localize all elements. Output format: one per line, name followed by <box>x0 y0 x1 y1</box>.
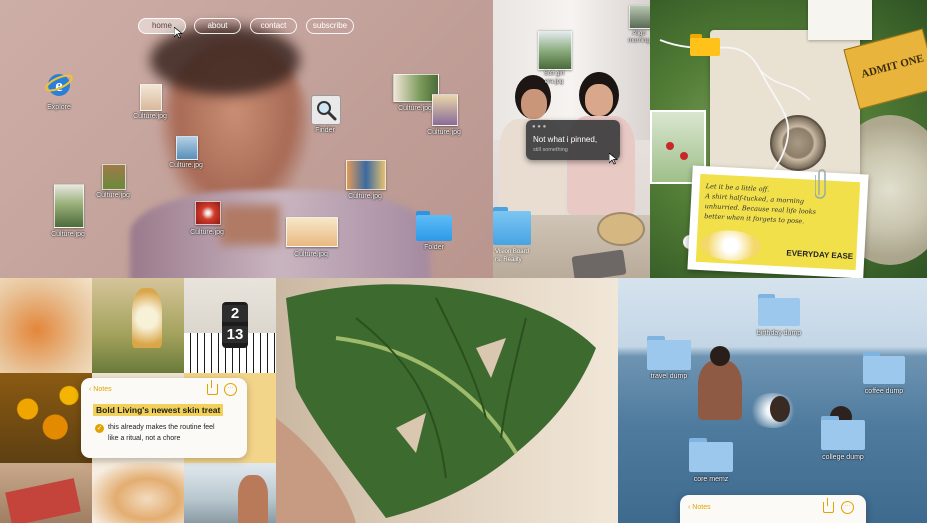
magnifier-icon <box>317 101 337 121</box>
clock-minute: 13 <box>222 326 248 343</box>
monstera-leaf <box>276 284 596 523</box>
align-label-2: morning <box>628 38 650 44</box>
tile-city <box>184 463 276 523</box>
file-label: Culture.jpg <box>133 113 167 120</box>
grid-collage-panel: 2 13 ‹ Notes ··· Bold Living's newest sk… <box>0 278 276 523</box>
mouse-cursor-icon <box>609 153 618 165</box>
file-label: Culture.jpg <box>190 229 224 236</box>
explore-app-icon[interactable]: e <box>44 70 74 100</box>
tile-marigolds <box>0 373 92 463</box>
culture-file-thumb[interactable] <box>176 136 198 160</box>
mouse-cursor-icon <box>174 27 183 39</box>
finder-app-icon[interactable] <box>311 95 341 125</box>
culture-file-thumb[interactable] <box>140 84 162 111</box>
receipt <box>808 0 872 40</box>
collage-stage: home about contact subscribe e Explore C… <box>0 0 927 523</box>
nav-subscribe-button[interactable]: subscribe <box>306 18 354 34</box>
note-item-line-1: this already makes the routine feel <box>108 424 215 431</box>
file-label: Culture.jpg <box>294 251 328 258</box>
file-label: Culture.jpg <box>51 231 85 238</box>
notes-window[interactable]: ‹ Notes ··· Bold Living's newest skin tr… <box>81 378 247 458</box>
checkmark-icon[interactable]: ✓ <box>95 424 104 433</box>
notes-back-label: Notes <box>93 386 112 393</box>
birthday-dump-folder[interactable] <box>758 294 800 326</box>
folder-label: coffee dump <box>864 388 904 395</box>
align-morning-thumb[interactable] <box>629 5 650 29</box>
paperclip-icon <box>815 169 826 199</box>
tile-cream <box>92 463 184 523</box>
soft-girl-label-1: Soft girl <box>543 71 565 77</box>
notes-back-label: Notes <box>692 504 711 511</box>
vision-label-2: rs. Reality <box>495 257 522 263</box>
pinned-popup[interactable]: ● ● ● Not what i pinned, still something <box>526 120 620 160</box>
popup-dots-icon: ● ● ● <box>532 124 547 130</box>
chevron-left-icon: ‹ <box>688 504 691 511</box>
swimmer-child <box>770 396 790 422</box>
tile-book <box>0 463 92 523</box>
folder-label: Folder <box>424 244 444 251</box>
culture-file-thumb[interactable] <box>432 94 458 126</box>
tile-orange-blur <box>0 278 92 373</box>
popup-subtitle: still something <box>533 147 568 153</box>
ticket-text: ADMIT ONE <box>859 52 926 81</box>
portrait-photo <box>130 25 430 278</box>
culture-file-thumb[interactable] <box>286 217 338 247</box>
sea-desktop-panel: birthday dump travel dump coffee dump co… <box>618 278 927 523</box>
swimmer-man <box>698 360 742 420</box>
more-options-icon[interactable]: ··· <box>224 383 237 396</box>
folder-label: birthday dump <box>756 330 802 337</box>
tile-dress <box>92 278 184 373</box>
nav-about-button[interactable]: about <box>194 18 241 34</box>
yellow-folder-icon <box>690 34 720 56</box>
notes-window-bottom[interactable]: ‹ Notes ··· <box>680 495 866 523</box>
align-label-1: Align <box>632 31 646 37</box>
explore-label: Explore <box>47 104 71 111</box>
nav-contact-button[interactable]: contact <box>250 18 297 34</box>
popup-title: Not what i pinned, <box>533 135 598 144</box>
tile-clock: 2 13 <box>184 278 276 373</box>
desktop-panel-portrait: home about contact subscribe e Explore C… <box>0 0 493 278</box>
note-title: Bold Living's newest skin treat <box>93 404 224 416</box>
everyday-ease-card: Let it be a little off. A shirt half-tuc… <box>687 165 869 278</box>
culture-file-thumb[interactable] <box>195 201 221 225</box>
notes-back-button[interactable]: ‹ Notes <box>688 504 711 511</box>
folder-icon[interactable] <box>416 211 452 241</box>
share-icon[interactable] <box>207 380 218 395</box>
flip-clock: 2 13 <box>222 302 248 348</box>
everyday-ease-title: EVERYDAY EASE <box>786 248 854 261</box>
finder-label: Finder <box>315 127 335 134</box>
notes-back-button[interactable]: ‹ Notes <box>89 386 112 393</box>
soft-girl-label-2: era.jpg <box>544 79 564 85</box>
travel-dump-folder[interactable] <box>647 336 691 370</box>
coffee-dump-folder[interactable] <box>863 352 905 384</box>
note-item-line-2: like a ritual, not a chore <box>108 435 181 442</box>
college-dump-folder[interactable] <box>821 416 865 450</box>
flatlay-collage-panel: ADMIT ONE Let it be a little off. A shir… <box>650 0 927 278</box>
desktop-panel-friends: Soft girl era.jpg Align morning ● ● ● No… <box>493 0 650 278</box>
file-label: Culture.jpg <box>427 129 461 136</box>
core-memz-folder[interactable] <box>689 438 733 472</box>
file-label: Culture.jpg <box>348 193 382 200</box>
file-label: Culture.jpg <box>398 105 432 112</box>
soft-girl-thumb[interactable] <box>538 30 572 70</box>
folder-label: core memz <box>693 476 729 483</box>
file-label: Culture.jpg <box>96 192 130 199</box>
vision-board-folder[interactable] <box>493 207 531 245</box>
chevron-left-icon: ‹ <box>89 386 92 393</box>
culture-file-thumb[interactable] <box>54 184 84 228</box>
folder-label: college dump <box>822 454 864 461</box>
culture-file-thumb[interactable] <box>102 164 126 190</box>
more-options-icon[interactable]: ··· <box>841 501 854 514</box>
vision-label-1: Vision Board <box>495 249 529 255</box>
internet-explorer-icon: e <box>45 74 73 96</box>
file-label: Culture.jpg <box>169 162 203 169</box>
monstera-panel <box>276 278 618 523</box>
culture-file-thumb[interactable] <box>346 160 386 190</box>
share-icon[interactable] <box>823 498 834 513</box>
clock-hour: 2 <box>222 305 248 322</box>
folder-label: travel dump <box>650 373 688 380</box>
